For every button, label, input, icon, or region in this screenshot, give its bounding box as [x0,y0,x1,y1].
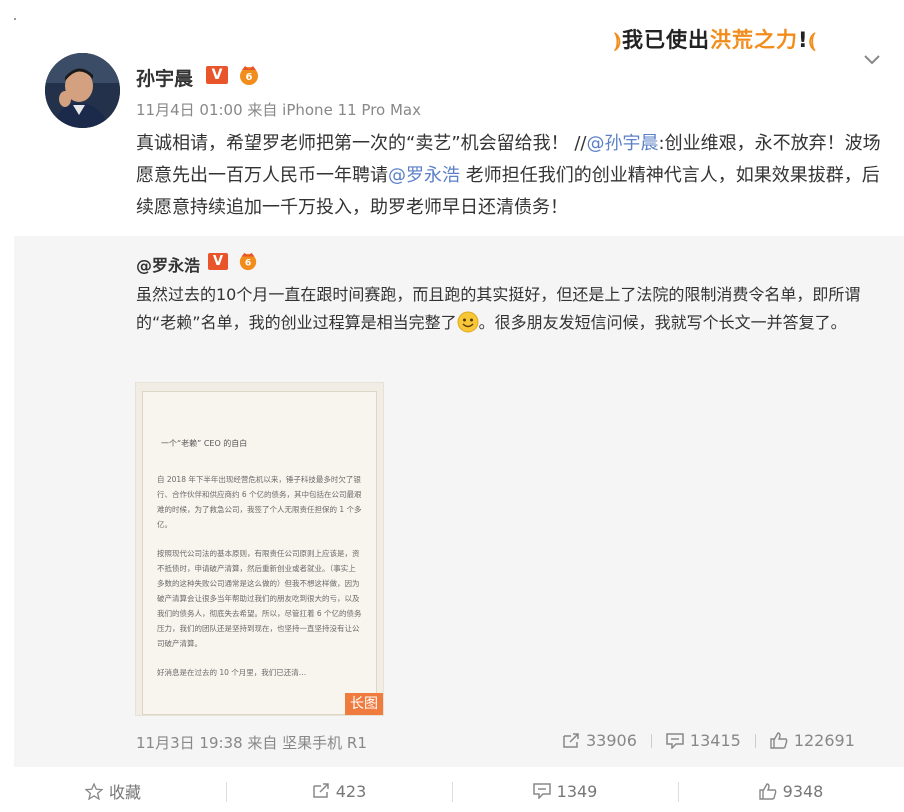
chevron-down-icon[interactable] [862,52,882,66]
slogan-deco-right: ⦅ [808,28,817,52]
quoted-like-button[interactable]: 122691 [770,731,855,750]
favorite-label: 收藏 [108,783,141,802]
quoted-comment-button[interactable]: 13415 [666,731,741,750]
favorite-button[interactable]: 收藏 [0,770,226,812]
quoted-verified-v-icon: V [208,253,228,270]
post-text: 真诚相请，希望罗老师把第一次的“卖艺”机会留给我！ //@孙宇晨:创业维艰，永不… [136,128,888,224]
comment-count: 1349 [556,781,598,801]
quoted-comment-count: 13415 [689,731,741,750]
stray-dot [14,18,16,20]
repost-count: 423 [335,781,367,801]
thumbs-up-icon [758,782,777,800]
quoted-text-2: 。很多朋友发短信问候，我就写个长文一并答复了。 [478,313,847,332]
slogan-pre: 我已使出 [622,28,710,52]
long-image-thumbnail[interactable]: 一个“老赖” CEO 的自白 自 2018 年下半年出现经营危机以来，锤子科技最… [135,382,384,716]
like-count: 9348 [782,781,824,801]
mention-sunyuchen-link[interactable]: @孙宇晨 [587,133,659,154]
quoted-text: 虽然过去的10个月一直在跟时间赛跑，而且跑的其实挺好，但还是上了法院的限制消费令… [136,281,888,337]
document-paragraph: 按照现代公司法的基本原则，有限责任公司原则上应该是，资不抵债时，申请破产清算，然… [157,549,362,648]
document-page: 一个“老赖” CEO 的自白 自 2018 年下半年出现经营危机以来，锤子科技最… [142,391,377,715]
document-body: 自 2018 年下半年出现经营危机以来，锤子科技最多时欠了银行、合作伙伴和供应商… [157,472,363,694]
svg-text:6: 6 [246,72,253,83]
smile-emoji-icon [457,311,479,333]
comment-button[interactable]: 1349 [452,770,678,812]
long-image-tag: 长图 [345,693,383,715]
repost-icon [563,732,579,748]
quoted-like-count: 122691 [793,731,855,750]
star-icon [84,782,103,800]
avatar[interactable] [45,53,120,128]
document-paragraph: 自 2018 年下半年出现经营危机以来，锤子科技最多时欠了银行、合作伙伴和供应商… [157,475,362,529]
author-name[interactable]: 孙宇晨 [136,64,193,91]
divider [650,733,652,748]
repost-button[interactable]: 423 [226,770,452,812]
svg-text:6: 6 [245,259,251,269]
divider [754,733,756,748]
avatar-portrait [45,53,120,128]
slogan-mark: ! [798,28,809,52]
repost-icon [312,783,329,798]
document-title: 一个“老赖” CEO 的自白 [161,439,248,448]
slogan-banner: ⦆我已使出洪荒之力!⦅ [614,24,817,54]
quoted-stats: 33906 13415 122691 [562,731,855,750]
member-crown-icon: 6 [240,66,258,85]
action-bar: 收藏 423 1349 9348 [0,770,904,812]
quoted-member-crown-icon: 6 [239,252,257,271]
mention-luoyonghao-link[interactable]: @罗永浩 [388,165,460,186]
comment-icon [532,783,551,799]
comment-icon [666,732,684,749]
verified-v-icon: V [206,66,228,84]
quoted-repost-button[interactable]: 33906 [562,731,637,750]
slogan-highlight: 洪荒之力 [710,28,798,52]
quoted-repost-count: 33906 [586,731,637,750]
quoted-author-link[interactable]: @罗永浩 [136,252,200,276]
slogan-deco-left: ⦆ [614,28,622,52]
post-meta: 11月4日 01:00 来自 iPhone 11 Pro Max [136,101,421,119]
document-paragraph: 好消息是在过去的 10 个月里，我们已还清… [157,668,307,677]
quoted-meta: 11月3日 19:38 来自 坚果手机 R1 [136,734,367,752]
post-text-1: 真诚相请，希望罗老师把第一次的“卖艺”机会留给我！ // [136,133,587,154]
thumbs-up-icon [770,732,788,749]
like-button[interactable]: 9348 [678,770,904,812]
